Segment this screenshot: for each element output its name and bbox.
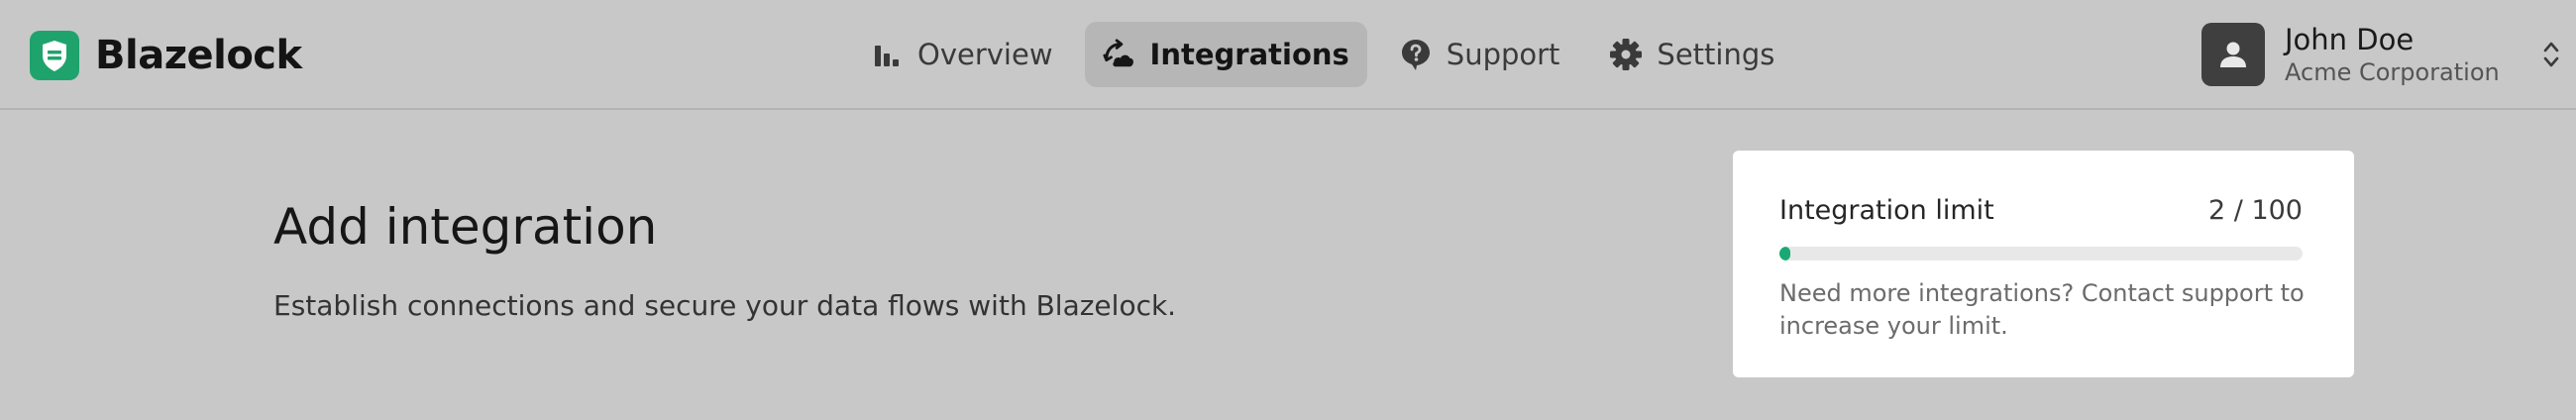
nav-item-support[interactable]: Support bbox=[1381, 22, 1578, 87]
page-title: Add integration bbox=[273, 198, 658, 256]
brand[interactable]: Blazelock bbox=[30, 30, 302, 81]
page-description: Establish connections and secure your da… bbox=[273, 289, 1177, 322]
integration-limit-label: Integration limit bbox=[1779, 195, 1994, 226]
integration-limit-card: Integration limit 2 / 100 Need more inte… bbox=[1733, 151, 2354, 377]
main-nav: Overview Integrations Support Settings bbox=[852, 22, 1806, 87]
user-info: John Doe Acme Corporation bbox=[2285, 23, 2500, 86]
brand-name: Blazelock bbox=[95, 33, 302, 78]
user-organization: Acme Corporation bbox=[2285, 58, 2500, 86]
integration-limit-note: Need more integrations? Contact support … bbox=[1779, 279, 2305, 340]
nav-item-overview[interactable]: Overview bbox=[852, 22, 1071, 87]
nav-item-settings[interactable]: Settings bbox=[1591, 22, 1792, 87]
bar-chart-icon bbox=[870, 38, 904, 71]
user-menu[interactable]: John Doe Acme Corporation bbox=[2201, 22, 2563, 87]
top-navigation-bar: Blazelock Overview Integrations Support … bbox=[0, 0, 2576, 110]
shield-icon bbox=[30, 31, 79, 80]
nav-item-label: Support bbox=[1446, 38, 1560, 71]
user-icon bbox=[2201, 23, 2265, 86]
nav-item-label: Overview bbox=[917, 38, 1053, 71]
integrations-icon bbox=[1103, 38, 1136, 71]
nav-item-label: Integrations bbox=[1149, 38, 1349, 71]
nav-item-integrations[interactable]: Integrations bbox=[1084, 22, 1367, 87]
gear-icon bbox=[1609, 38, 1643, 71]
integration-limit-progress-bar bbox=[1779, 247, 2303, 261]
user-name: John Doe bbox=[2285, 23, 2415, 56]
progress-fill bbox=[1779, 247, 1790, 261]
help-bubble-icon bbox=[1399, 38, 1433, 71]
nav-item-label: Settings bbox=[1657, 38, 1775, 71]
chevron-up-down-icon[interactable] bbox=[2539, 35, 2563, 74]
integration-limit-count: 2 / 100 bbox=[2208, 195, 2303, 226]
